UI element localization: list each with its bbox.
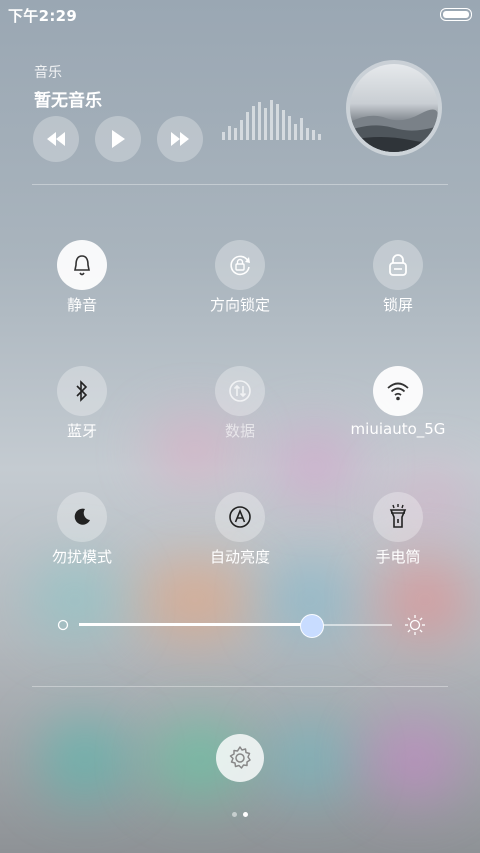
flashlight-icon	[389, 504, 407, 528]
toggle-mute-label: 静音	[66, 296, 97, 314]
music-title: 暂无音乐	[34, 91, 102, 111]
settings-button[interactable]	[216, 734, 264, 782]
toggle-mobile-data-label: 数据	[224, 422, 255, 440]
toggle-rotation-lock-label: 方向锁定	[209, 296, 270, 314]
toggle-flashlight-circle[interactable]	[373, 492, 423, 542]
lock-icon	[389, 254, 407, 276]
toggle-mute-circle[interactable]	[57, 240, 107, 290]
toggle-wifi[interactable]: miuiauto_5G	[318, 366, 478, 438]
toggle-do-not-disturb[interactable]: 勿扰模式	[2, 492, 162, 567]
toggle-auto-brightness[interactable]: 自动亮度	[160, 492, 320, 567]
page-dot-active	[243, 812, 248, 817]
fast-forward-button[interactable]	[157, 116, 203, 162]
toggle-rotation-lock[interactable]: 方向锁定	[160, 240, 320, 315]
play-button[interactable]	[95, 116, 141, 162]
fast-forward-icon	[171, 132, 189, 146]
toggle-wifi-circle[interactable]	[373, 366, 423, 416]
music-label: 音乐	[34, 65, 62, 81]
brightness-slider[interactable]	[56, 610, 426, 640]
wifi-icon	[387, 382, 409, 401]
toggle-auto-brightness-circle[interactable]	[215, 492, 265, 542]
auto-brightness-icon	[229, 506, 251, 528]
toggle-bluetooth-circle[interactable]	[57, 366, 107, 416]
toggle-mobile-data[interactable]: 数据	[160, 366, 320, 441]
brightness-high-icon	[405, 615, 425, 635]
toggle-lock-screen[interactable]: 锁屏	[318, 240, 478, 315]
toggle-flashlight[interactable]: 手电筒	[318, 492, 478, 567]
battery-icon	[440, 8, 472, 21]
rewind-icon	[47, 132, 65, 146]
bluetooth-icon	[76, 380, 88, 402]
mobile-data-icon	[229, 380, 251, 402]
status-time: 下午2:29	[8, 7, 78, 25]
page-dot	[232, 812, 237, 817]
brightness-track-fill	[79, 623, 311, 626]
toggle-bluetooth-label: 蓝牙	[66, 422, 97, 440]
toggle-flashlight-label: 手电筒	[375, 548, 421, 566]
toggle-lock-screen-label: 锁屏	[382, 296, 413, 314]
bell-icon	[74, 255, 90, 276]
mountain-image	[350, 109, 438, 152]
toggle-do-not-disturb-label: 勿扰模式	[51, 548, 112, 566]
play-icon	[112, 130, 125, 148]
toggle-lock-screen-circle[interactable]	[373, 240, 423, 290]
album-art[interactable]	[346, 60, 442, 156]
top-divider	[32, 184, 448, 185]
toggle-mute[interactable]: 静音	[2, 240, 162, 315]
music-info: 音乐 暂无音乐	[34, 62, 102, 111]
bottom-divider	[32, 686, 448, 687]
page-indicator	[0, 812, 480, 817]
moon-icon	[74, 508, 90, 525]
toggle-do-not-disturb-circle[interactable]	[57, 492, 107, 542]
brightness-low-icon	[57, 619, 69, 631]
gear-icon	[229, 746, 251, 769]
equalizer-decoration	[222, 100, 321, 140]
status-bar: 下午2:29	[0, 0, 480, 28]
toggle-mobile-data-circle[interactable]	[215, 366, 265, 416]
rewind-button[interactable]	[33, 116, 79, 162]
toggle-rotation-lock-circle[interactable]	[215, 240, 265, 290]
toggle-wifi-label: miuiauto_5G	[350, 420, 446, 438]
toggle-auto-brightness-label: 自动亮度	[209, 548, 270, 566]
toggle-bluetooth[interactable]: 蓝牙	[2, 366, 162, 441]
brightness-knob[interactable]	[299, 614, 324, 638]
rotation-lock-icon	[230, 255, 250, 276]
